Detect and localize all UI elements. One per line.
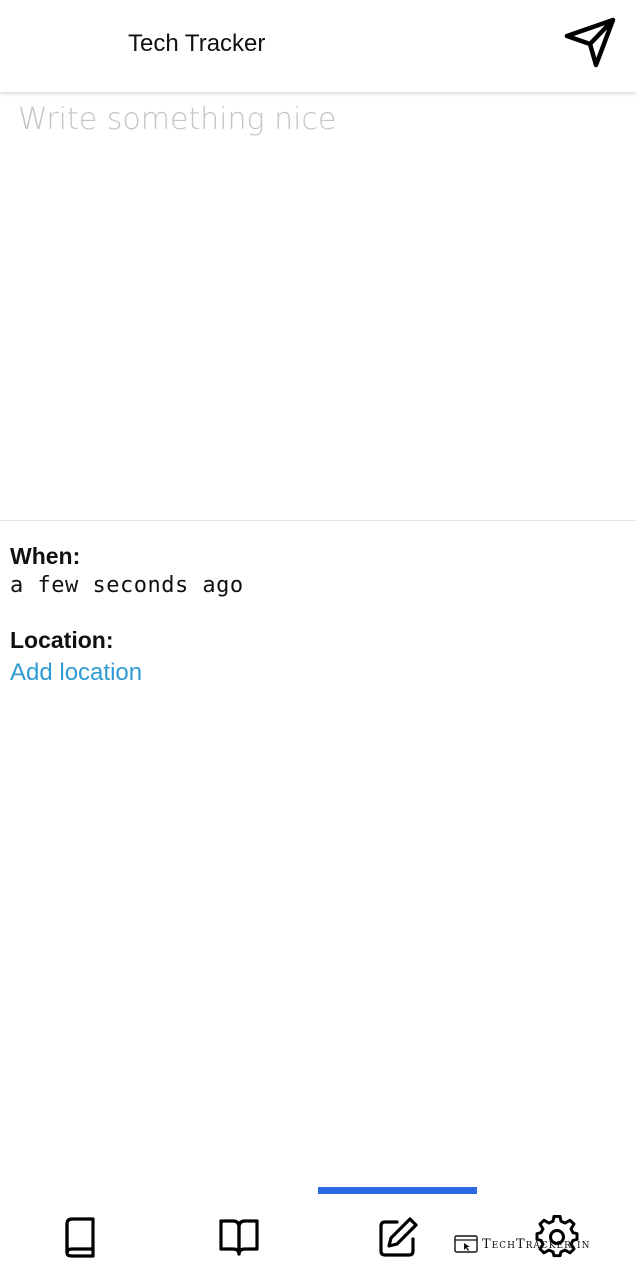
add-location-link[interactable]: Add location xyxy=(10,659,142,687)
book-icon xyxy=(64,1217,95,1258)
open-book-icon xyxy=(218,1219,259,1256)
app-bar: Tech Tracker xyxy=(0,0,636,92)
watermark: TechTracker.in xyxy=(454,1233,590,1255)
send-icon xyxy=(564,17,616,68)
when-value: a few seconds ago xyxy=(10,573,244,598)
nav-tab-journal[interactable] xyxy=(0,1194,159,1280)
when-label: When: xyxy=(10,543,81,569)
entry-text-input[interactable] xyxy=(0,92,636,520)
divider xyxy=(0,520,636,521)
app-title: Tech Tracker xyxy=(128,30,266,57)
browser-cursor-icon xyxy=(454,1235,478,1253)
nav-tab-read[interactable] xyxy=(159,1194,318,1280)
location-label: Location: xyxy=(10,627,114,653)
edit-icon xyxy=(378,1217,418,1257)
active-tab-indicator xyxy=(318,1187,477,1194)
watermark-text: TechTracker.in xyxy=(482,1236,591,1252)
send-button[interactable] xyxy=(560,14,620,72)
